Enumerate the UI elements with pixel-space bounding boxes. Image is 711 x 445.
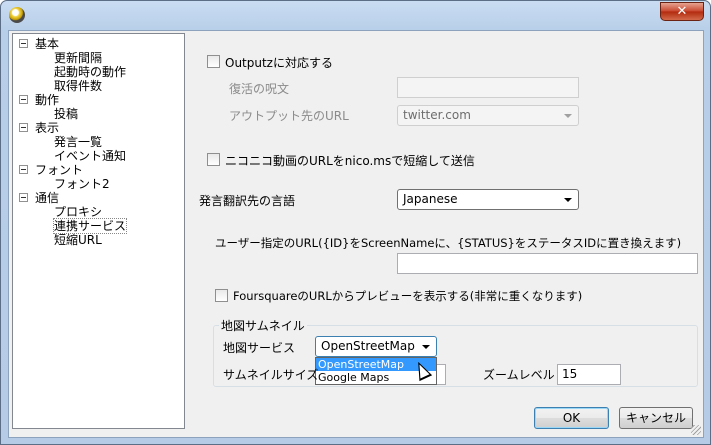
tree-item[interactable]: 基本 xyxy=(13,37,184,51)
foursquare-label: FoursquareのURLからプレビューを表示する(非常に重くなります) xyxy=(233,289,583,303)
tree-collapse-icon[interactable] xyxy=(19,165,28,174)
translate-label: 発言翻訳先の言語 xyxy=(199,194,296,208)
tree-item-label: プロキシ xyxy=(54,205,103,219)
chevron-down-icon xyxy=(564,198,572,202)
user-url-input[interactable] xyxy=(397,253,698,274)
translate-language-combo[interactable]: Japanese xyxy=(397,189,579,210)
thumbnail-size-input[interactable] xyxy=(437,364,446,385)
tree-item-label: 発言一覧 xyxy=(54,135,103,149)
tree-item[interactable]: 動作 xyxy=(13,93,184,107)
dialog-client-area: 基本 更新間隔 起動時の動作 取得件数 動作 投稿 表示 発言一覧 イベント通知 フォント フォント… xyxy=(8,30,704,438)
ok-button[interactable]: OK xyxy=(534,407,609,429)
tree-collapse-icon[interactable] xyxy=(19,39,28,48)
tree-item-label: イベント通知 xyxy=(54,149,127,163)
close-button[interactable]: ✕ xyxy=(660,2,704,21)
thumbnail-size-label: サムネイルサイズ xyxy=(223,368,319,382)
nicoms-checkbox[interactable] xyxy=(207,153,220,166)
app-icon[interactable] xyxy=(9,7,25,23)
tree-item-label: 更新間隔 xyxy=(54,51,103,65)
tree-item-label: 短縮URL xyxy=(54,233,102,247)
user-url-label: ユーザー指定のURL({ID}をScreenNameに、{STATUS}をステー… xyxy=(215,236,682,250)
map-thumbnail-group-title: 地図サムネイル xyxy=(219,317,307,334)
tree-item-label: 投稿 xyxy=(54,107,79,121)
tree-item-label: 通信 xyxy=(35,191,60,205)
outputz-label: Outputzに対応する xyxy=(225,56,333,70)
settings-category-tree[interactable]: 基本 更新間隔 起動時の動作 取得件数 動作 投稿 表示 発言一覧 イベント通知 フォント フォント… xyxy=(12,33,185,429)
chevron-down-icon xyxy=(422,345,430,349)
tree-item[interactable]: 短縮URL xyxy=(13,233,184,247)
tree-item[interactable]: 更新間隔 xyxy=(13,51,184,65)
spell-label: 復活の呪文 xyxy=(229,82,290,96)
tree-item[interactable]: 投稿 xyxy=(13,107,184,121)
tree-item-label: フォント2 xyxy=(54,177,110,191)
tree-item-label: 連携サービス xyxy=(52,218,128,234)
zoom-level-input[interactable]: 15 xyxy=(557,364,621,385)
tree-collapse-icon[interactable] xyxy=(19,95,28,104)
tree-item-label: 表示 xyxy=(35,121,60,135)
tree-item[interactable]: 取得件数 xyxy=(13,79,184,93)
map-service-value: OpenStreetMap xyxy=(321,339,415,353)
tree-collapse-icon[interactable] xyxy=(19,193,28,202)
outputz-checkbox[interactable] xyxy=(207,55,220,68)
tree-item-label: 起動時の動作 xyxy=(54,65,127,79)
tree-item[interactable]: 発言一覧 xyxy=(13,135,184,149)
tree-item-label: 動作 xyxy=(35,93,60,107)
tree-item[interactable]: フォント xyxy=(13,163,184,177)
map-service-combo[interactable]: OpenStreetMap xyxy=(315,336,437,357)
tree-collapse-icon[interactable] xyxy=(19,123,28,132)
tree-item[interactable]: 表示 xyxy=(13,121,184,135)
tree-item[interactable]: イベント通知 xyxy=(13,149,184,163)
tree-item[interactable]: プロキシ xyxy=(13,205,184,219)
tree-item-label: 取得件数 xyxy=(54,79,103,93)
settings-panel: Outputzに対応する 復活の呪文 アウトプット先のURL twitter.c… xyxy=(193,31,705,411)
tree-item[interactable]: 起動時の動作 xyxy=(13,65,184,79)
spell-input[interactable] xyxy=(397,77,579,98)
resize-grip-icon[interactable] xyxy=(691,425,701,435)
zoom-level-label: ズームレベル xyxy=(483,368,555,382)
nicoms-label: ニコニコ動画のURLをnico.msで短縮して送信 xyxy=(225,154,475,168)
output-url-label: アウトプット先のURL xyxy=(229,109,349,123)
tree-item[interactable]: 連携サービス xyxy=(13,218,184,234)
tree-item-label: フォント xyxy=(35,163,84,177)
output-url-value: twitter.com xyxy=(403,108,471,122)
foursquare-checkbox[interactable] xyxy=(215,289,228,302)
tree-item[interactable]: フォント2 xyxy=(13,177,184,191)
cancel-button[interactable]: キャンセル xyxy=(619,407,693,429)
tree-item-label: 基本 xyxy=(35,37,60,51)
translate-language-value: Japanese xyxy=(403,192,458,206)
tree-item[interactable]: 通信 xyxy=(13,191,184,205)
chevron-down-icon xyxy=(564,114,572,118)
output-url-combo[interactable]: twitter.com xyxy=(397,105,579,126)
settings-window: ✕ 基本 更新間隔 起動時の動作 取得件数 動作 投稿 表示 発言一覧 イベント通知 フォント フォ… xyxy=(0,0,711,445)
map-service-label: 地図サービス xyxy=(223,341,296,355)
title-bar[interactable]: ✕ xyxy=(1,1,710,29)
